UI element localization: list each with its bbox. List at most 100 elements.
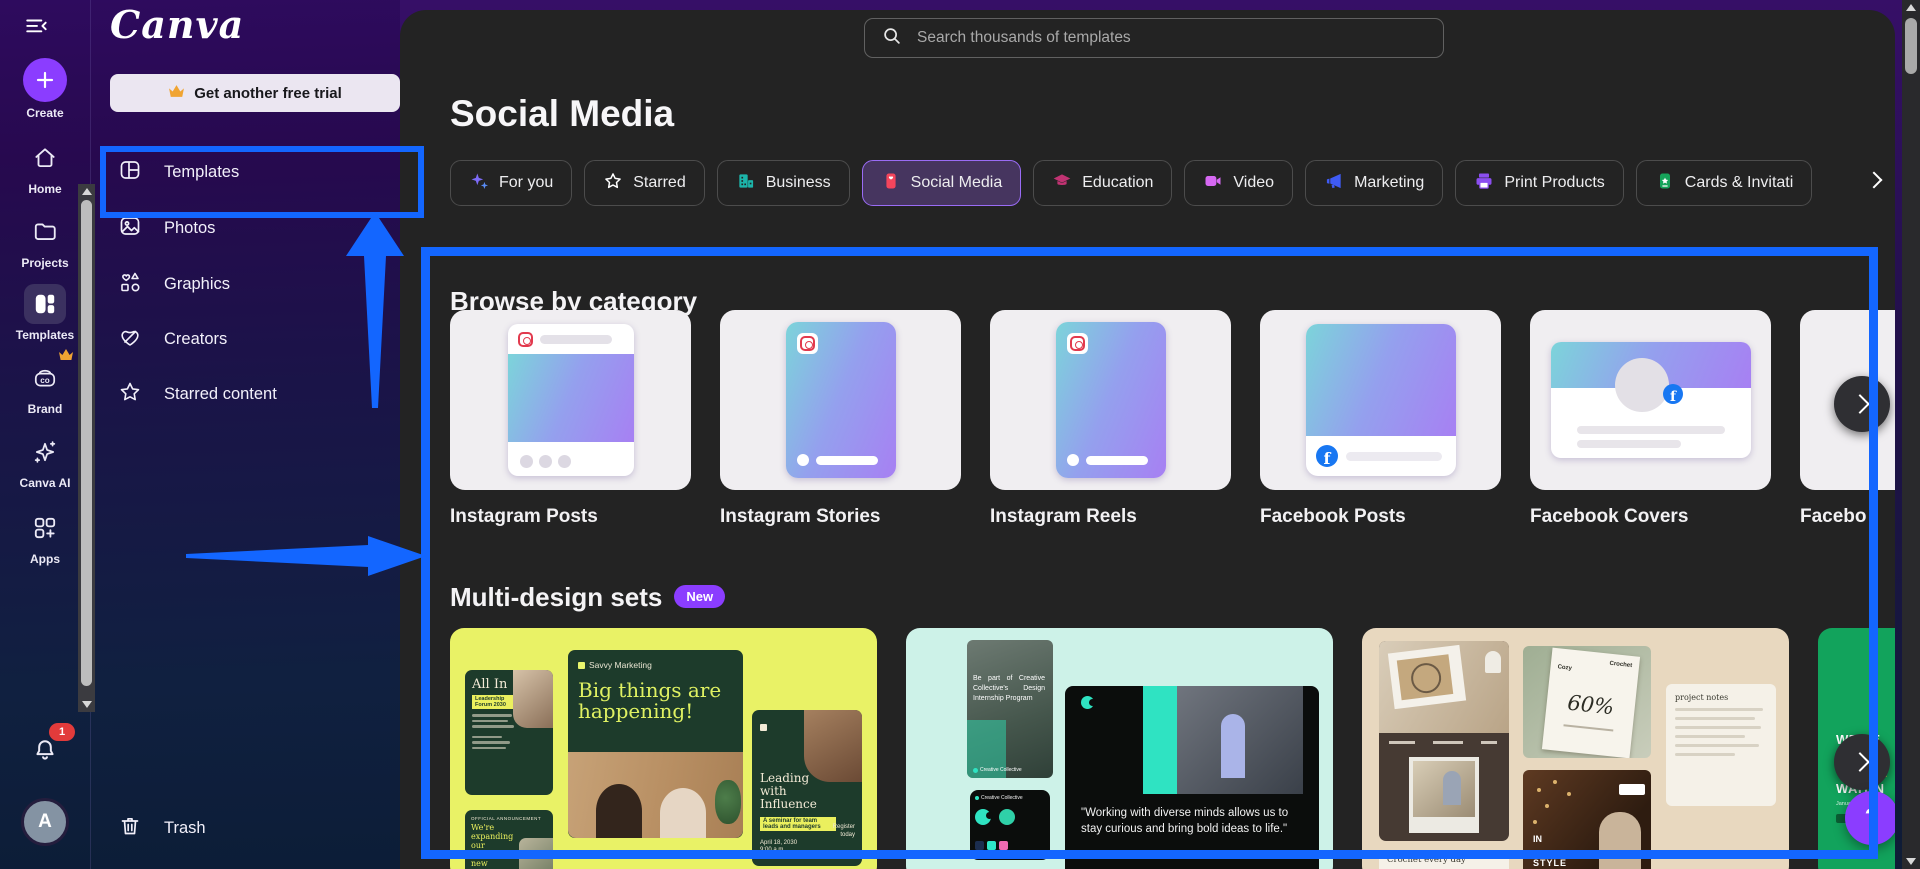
scroll-down-arrow[interactable] (1906, 858, 1916, 865)
search-input[interactable] (915, 28, 1427, 48)
window-scrollbar[interactable] (1902, 0, 1920, 869)
chip-cards-invitations[interactable]: Cards & Invitati (1635, 160, 1813, 206)
panel-item-graphics[interactable]: Graphics (90, 262, 400, 306)
chip-business[interactable]: Business (716, 160, 850, 206)
rail-item-label: Apps (30, 552, 60, 566)
panel-item-label: Graphics (164, 274, 231, 293)
scroll-up-arrow[interactable] (1906, 4, 1916, 11)
category-card-instagram-reels[interactable] (990, 310, 1231, 490)
chip-starred[interactable]: Starred (584, 160, 705, 206)
brand-logo-mark (1081, 696, 1096, 709)
category-label: Instagram Posts (450, 506, 598, 527)
rail-item-label: Canva AI (19, 476, 71, 490)
avatar: A (21, 798, 69, 846)
category-card-facebook-posts[interactable] (1260, 310, 1501, 490)
mini-poster-quote: "Working with diverse minds allows us to… (1065, 686, 1319, 869)
sidebar-item-apps[interactable]: Apps (0, 508, 90, 566)
chip-label: Social Media (910, 174, 1003, 191)
collapse-menu-icon[interactable] (24, 14, 50, 45)
poster-title: Leading with Influence (760, 771, 817, 812)
category-card-facebook-covers[interactable] (1530, 310, 1771, 490)
sidebar-item-brand[interactable]: co Brand (0, 349, 90, 416)
trash-item[interactable]: Trash (90, 806, 400, 850)
panel-item-starred-content[interactable]: Starred content (90, 372, 400, 416)
event-date: April 18, 2030 (760, 839, 798, 846)
scrollbar-thumb[interactable] (81, 200, 92, 686)
panel-item-photos[interactable]: Photos (90, 206, 400, 250)
category-card-instagram-posts[interactable] (450, 310, 691, 490)
chip-marketing[interactable]: Marketing (1305, 160, 1444, 206)
chip-social-media[interactable]: Social Media (861, 160, 1022, 206)
account-avatar[interactable]: A (0, 798, 90, 846)
sidebar-item-projects[interactable]: Projects (0, 212, 90, 270)
sparkles-icon (469, 171, 489, 196)
star-icon (118, 380, 142, 409)
multi-design-set-creative[interactable]: Be part of Creative Collective's Design … (906, 628, 1333, 869)
poster-headline: Big things are happening! (578, 678, 722, 723)
templates-icon (118, 158, 142, 187)
brand-name: Creative Collective (980, 767, 1022, 773)
category-label: Instagram Reels (990, 506, 1137, 527)
template-search-bar[interactable] (864, 18, 1444, 58)
style-line: IN (1533, 834, 1542, 844)
chip-label: Starred (633, 174, 686, 191)
chip-education[interactable]: Education (1033, 160, 1173, 206)
new-badge: New (674, 584, 726, 608)
multi-scroll-right-button[interactable] (1834, 734, 1890, 790)
sidebar-item-templates[interactable]: Templates (0, 284, 90, 342)
sidebar-item-create[interactable]: Create (0, 58, 90, 120)
card-invitation-icon (1655, 171, 1675, 196)
page-title: Social Media (450, 92, 675, 134)
announce-text: We're expanding our services to new regi… (471, 823, 515, 869)
scroll-up-arrow[interactable] (81, 188, 92, 195)
building-icon (736, 171, 756, 196)
chip-label: Business (765, 174, 831, 191)
brand-logo-mark (975, 796, 979, 800)
panel-item-creators[interactable]: Creators (90, 317, 400, 361)
chip-video[interactable]: Video (1184, 160, 1294, 206)
mini-caption-card: Crochet every day (1379, 850, 1509, 869)
multi-design-set-marketing[interactable]: All In Leadership Forum 2030 Savvy Marke… (450, 628, 877, 869)
crown-icon (168, 84, 185, 102)
brand-name: Savvy Marketing (589, 660, 652, 670)
multi-design-heading: Multi-design sets New (450, 582, 726, 613)
category-label: Facebo (1800, 506, 1867, 527)
mini-style-card: IN STYLE (1523, 770, 1651, 869)
facebook-post-mock (1306, 324, 1456, 476)
discount-value: 60% (1566, 690, 1616, 720)
panel-item-templates[interactable]: Templates (90, 150, 400, 194)
instagram-icon (1070, 336, 1085, 351)
trash-icon (118, 814, 142, 843)
home-icon (24, 138, 66, 178)
scrollbar-thumb[interactable] (1905, 18, 1917, 74)
category-label: Facebook Covers (1530, 506, 1689, 527)
video-camera-icon (1203, 171, 1223, 196)
scroll-down-arrow[interactable] (81, 701, 92, 708)
category-card-instagram-stories[interactable] (720, 310, 961, 490)
help-button[interactable]: ? (1845, 791, 1895, 845)
sidebar-item-canva-ai[interactable]: Canva AI (0, 432, 90, 490)
quote-text: "Working with diverse minds allows us to… (1081, 807, 1289, 835)
panel-scrollbar[interactable] (78, 184, 95, 712)
free-trial-button[interactable]: Get another free trial (110, 74, 400, 112)
chip-for-you[interactable]: For you (450, 160, 573, 206)
style-line: STYLE (1533, 858, 1568, 868)
chips-scroll-right-icon[interactable] (1865, 171, 1884, 190)
photo-thumbnail (513, 670, 553, 728)
sidebar-item-home[interactable]: Home (0, 138, 90, 196)
templates-icon (24, 284, 66, 324)
canva-logo[interactable]: Canva (110, 2, 244, 47)
decor (1563, 724, 1614, 732)
photo-thumbnail (519, 838, 553, 869)
facebook-icon (1316, 445, 1338, 467)
notifications-button[interactable]: 1 (0, 723, 90, 770)
event-time: 9:00 a.m. (760, 847, 786, 854)
multi-design-set-crochet[interactable]: Cozy Crochet 60% IN STYLE project notes (1362, 628, 1789, 869)
category-chip-row: For you Starred Business Social Media Ed… (450, 160, 1813, 206)
mini-poster-leading: Leading with Influence A seminar for tea… (752, 710, 862, 866)
browse-scroll-right-button[interactable] (1834, 376, 1890, 432)
chip-print-products[interactable]: Print Products (1455, 160, 1624, 206)
mini-poster-announcement: OFFICIAL ANNOUNCEMENT We're expanding ou… (465, 810, 553, 869)
mini-brand-board: Creative Collective (970, 790, 1050, 860)
sparkles-icon (24, 432, 66, 472)
